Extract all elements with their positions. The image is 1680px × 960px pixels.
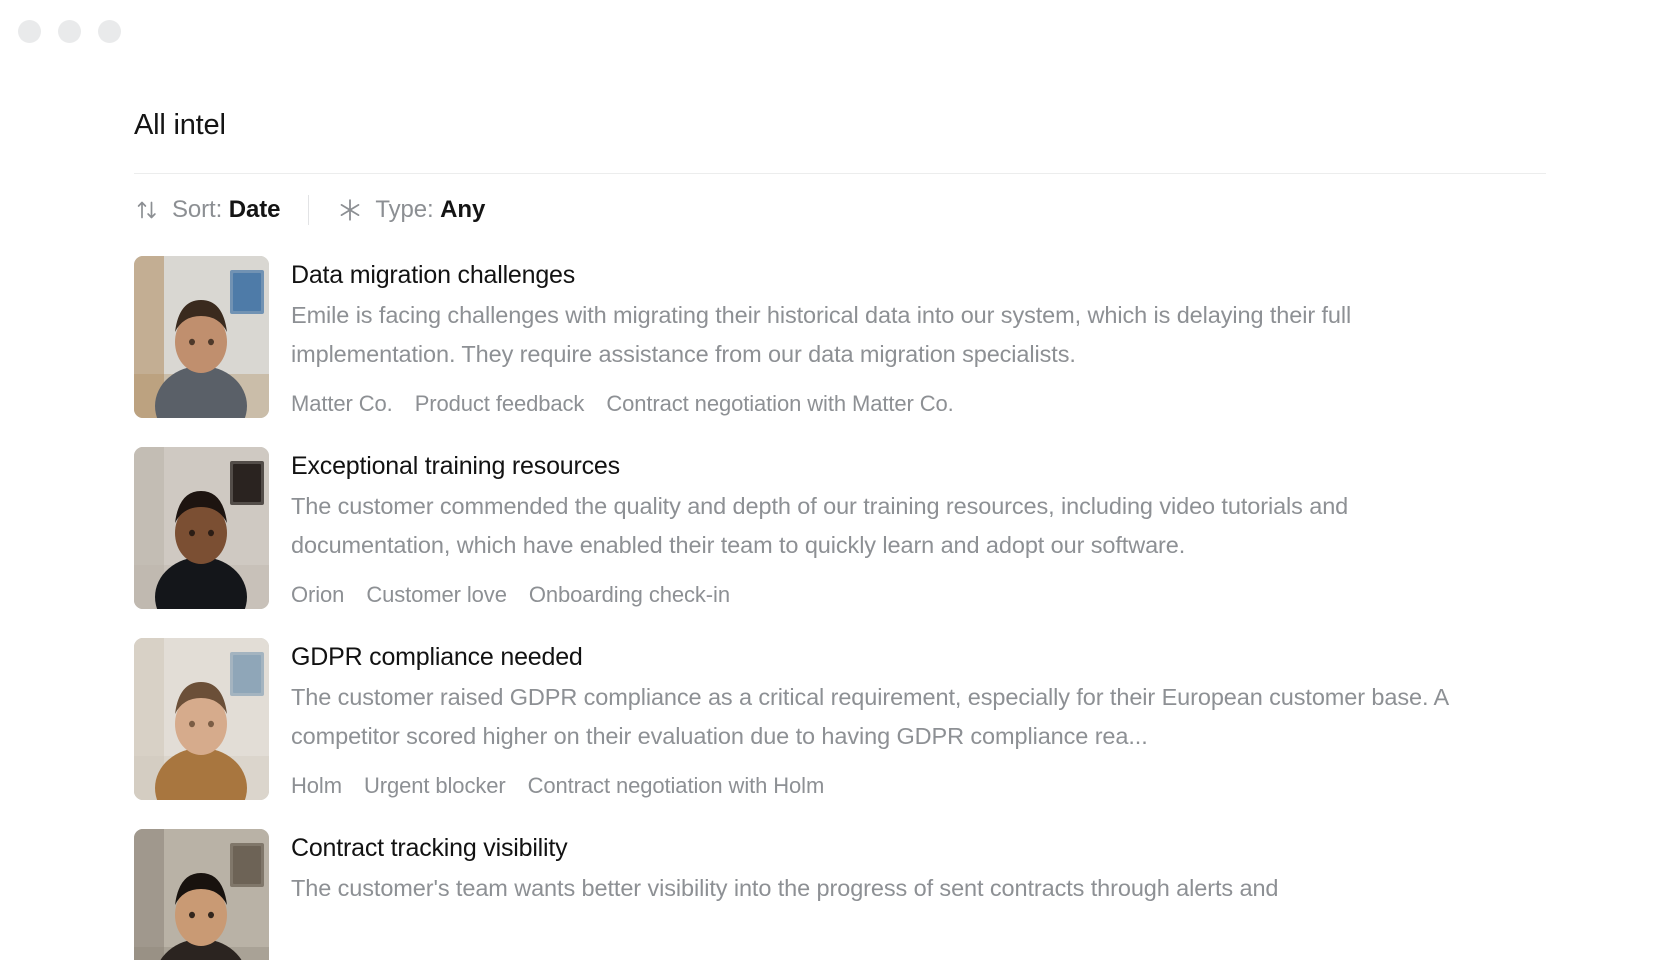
type-filter[interactable]: Type: Any xyxy=(337,190,485,230)
filter-toolbar: Sort: Date Type: Any xyxy=(134,174,1546,246)
intel-tag[interactable]: Customer love xyxy=(366,582,507,608)
intel-thumbnail[interactable] xyxy=(134,829,269,960)
thumbnail-art xyxy=(134,447,269,609)
intel-tag-row: Matter Co. Product feedback Contract negot… xyxy=(291,391,1546,417)
thumbnail-art xyxy=(134,638,269,800)
intel-list-item[interactable]: Exceptional training resources The custom… xyxy=(134,447,1546,609)
app-window: All intel Sort: Date Type: Any Data migr… xyxy=(0,0,1680,960)
intel-description: Emile is facing challenges with migratin… xyxy=(291,302,1352,367)
intel-description: The customer raised GDPR compliance as a… xyxy=(291,684,1448,749)
intel-tag[interactable]: Urgent blocker xyxy=(364,773,506,799)
intel-thumbnail[interactable] xyxy=(134,638,269,800)
intel-body: Contract tracking visibility The customer… xyxy=(291,829,1546,908)
filter-divider xyxy=(308,195,310,225)
intel-list: Data migration challenges Emile is facing… xyxy=(134,256,1546,960)
traffic-light-minimize-icon[interactable] xyxy=(58,19,81,43)
sort-arrows-icon xyxy=(134,197,160,223)
main-content: All intel Sort: Date Type: Any Data migr… xyxy=(0,109,1680,960)
intel-tag[interactable]: Onboarding check-in xyxy=(529,582,730,608)
intel-title: GDPR compliance needed xyxy=(291,643,583,671)
intel-list-item[interactable]: Contract tracking visibility The customer… xyxy=(134,829,1546,960)
asterisk-icon xyxy=(337,197,363,223)
traffic-light-close-icon[interactable] xyxy=(18,19,41,43)
intel-body: GDPR compliance needed The customer raise… xyxy=(291,638,1546,799)
window-titlebar xyxy=(0,0,1680,62)
intel-tag[interactable]: Holm xyxy=(291,773,342,799)
intel-body: Exceptional training resources The custom… xyxy=(291,447,1546,608)
intel-title: Contract tracking visibility xyxy=(291,834,568,862)
intel-description: The customer's team wants better visibil… xyxy=(291,875,1279,902)
type-filter-text: Type: Any xyxy=(375,196,485,224)
intel-tag[interactable]: Orion xyxy=(291,582,344,608)
intel-tag[interactable]: Contract negotiation with Holm xyxy=(528,773,825,799)
sort-filter-text: Sort: Date xyxy=(172,196,280,224)
intel-tag-row: Orion Customer love Onboarding check-in xyxy=(291,582,1546,608)
type-filter-value: Any xyxy=(440,196,486,223)
intel-description: The customer commended the quality and d… xyxy=(291,493,1349,558)
intel-tag[interactable]: Contract negotiation with Matter Co. xyxy=(606,391,953,417)
traffic-light-maximize-icon[interactable] xyxy=(98,19,121,43)
intel-list-item[interactable]: Data migration challenges Emile is facing… xyxy=(134,256,1546,418)
intel-title: Data migration challenges xyxy=(291,261,576,289)
thumbnail-art xyxy=(134,829,269,960)
sort-filter-value: Date xyxy=(228,196,281,223)
sort-filter-label: Sort: xyxy=(172,196,223,223)
intel-title: Exceptional training resources xyxy=(291,452,620,480)
intel-tag[interactable]: Product feedback xyxy=(415,391,585,417)
intel-body: Data migration challenges Emile is facing… xyxy=(291,256,1546,417)
sort-filter[interactable]: Sort: Date xyxy=(134,190,280,230)
intel-tag-row: Holm Urgent blocker Contract negotiation w… xyxy=(291,773,1546,799)
type-filter-label: Type: xyxy=(375,196,434,223)
page-title: All intel xyxy=(134,109,226,141)
intel-tag[interactable]: Matter Co. xyxy=(291,391,393,417)
intel-list-item[interactable]: GDPR compliance needed The customer raise… xyxy=(134,638,1546,800)
intel-thumbnail[interactable] xyxy=(134,256,269,418)
thumbnail-art xyxy=(134,256,269,418)
intel-thumbnail[interactable] xyxy=(134,447,269,609)
